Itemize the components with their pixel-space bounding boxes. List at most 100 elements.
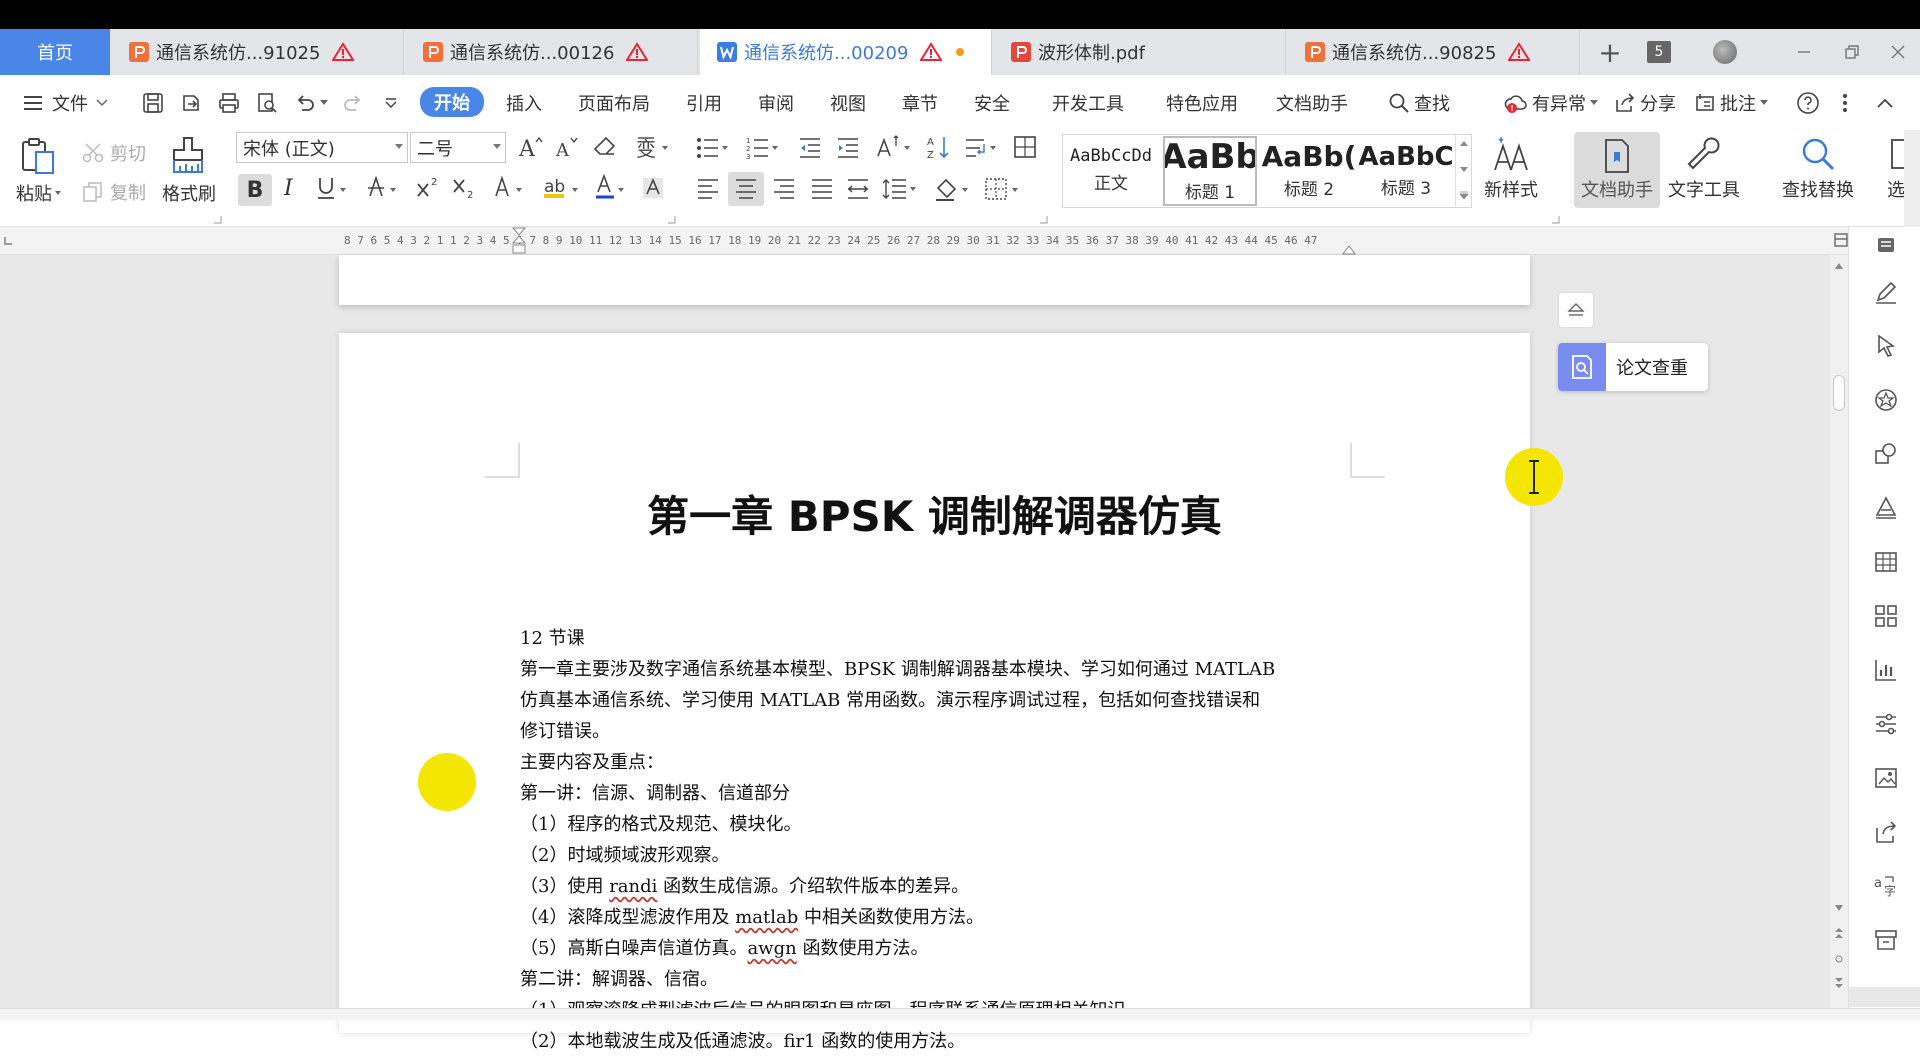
save-button[interactable] xyxy=(142,75,164,130)
file-menu[interactable]: 文件 xyxy=(22,75,108,130)
shrink-font-button[interactable]: A xyxy=(554,134,580,160)
menu-tab-start[interactable]: 开始 xyxy=(420,87,484,117)
char-shading-button[interactable] xyxy=(642,174,664,202)
document-canvas[interactable]: 第一章 BPSK 调制解调器仿真 12 节课 第一章主要涉及数字通信系统基本模型… xyxy=(0,255,1848,1052)
horizontal-ruler[interactable]: 8 7 6 5 4 3 2 1 1 2 3 4 5 6 7 8 9 10 11 … xyxy=(0,227,1920,255)
menu-tab-view[interactable]: 视图 xyxy=(830,75,866,130)
decrease-indent-button[interactable] xyxy=(798,136,822,160)
text-effect-button[interactable] xyxy=(492,174,526,202)
strikethrough-button[interactable] xyxy=(366,174,400,202)
style-gallery-scroll[interactable] xyxy=(1455,135,1471,207)
archive-icon[interactable] xyxy=(1873,927,1899,953)
dialog-launcher-icon[interactable] xyxy=(1040,216,1048,224)
table-border-button[interactable] xyxy=(1012,134,1038,160)
tab-doc-5[interactable]: 通信系统仿...90825 xyxy=(1288,29,1580,75)
italic-button[interactable]: I xyxy=(284,176,293,201)
menu-tab-page-layout[interactable]: 页面布局 xyxy=(578,75,650,130)
grow-font-button[interactable]: A xyxy=(518,134,544,160)
bold-button[interactable]: B xyxy=(238,174,272,206)
print-button[interactable] xyxy=(218,75,240,130)
menu-search[interactable]: 查找 xyxy=(1388,75,1450,130)
tab-doc-2[interactable]: 通信系统仿...00126 xyxy=(406,29,698,75)
style-heading-1[interactable]: AaBb 标题 1 xyxy=(1163,136,1257,206)
borders-button[interactable] xyxy=(984,176,1022,202)
plagiarism-check-button[interactable]: 论文查重 xyxy=(1558,343,1708,391)
chart-icon[interactable] xyxy=(1873,657,1899,683)
minimize-button[interactable] xyxy=(1790,29,1818,75)
font-name-select[interactable]: 宋体 (正文) xyxy=(236,132,408,163)
sidebar-toggle-icon[interactable] xyxy=(1877,237,1895,253)
pointer-icon[interactable] xyxy=(1873,333,1899,359)
clear-format-button[interactable] xyxy=(592,134,618,160)
share-out-icon[interactable] xyxy=(1873,819,1899,845)
line-spacing-button[interactable] xyxy=(882,178,918,200)
undo-button[interactable] xyxy=(294,75,328,130)
menu-tab-features[interactable]: 特色应用 xyxy=(1166,75,1238,130)
more-options-button[interactable] xyxy=(1842,75,1848,130)
style-heading-2[interactable]: AaBb( 标题 2 xyxy=(1261,135,1357,207)
text-direction-button[interactable] xyxy=(874,134,914,160)
sidebar-collapse-button[interactable] xyxy=(1849,987,1920,1007)
menu-tab-references[interactable]: 引用 xyxy=(686,75,722,130)
pen-icon[interactable] xyxy=(1873,279,1899,305)
tab-home[interactable]: 首页 xyxy=(0,29,110,75)
style-normal[interactable]: AaBbCcDd 正文 xyxy=(1063,135,1159,207)
format-painter-button[interactable] xyxy=(170,136,206,174)
align-center-button[interactable] xyxy=(728,172,764,206)
badge-icon[interactable] xyxy=(1873,387,1899,413)
export-button[interactable] xyxy=(180,75,202,130)
right-indent-marker-icon[interactable] xyxy=(1342,241,1356,255)
align-right-button[interactable] xyxy=(772,178,796,200)
show-marks-button[interactable] xyxy=(964,134,1000,160)
font-color-button[interactable] xyxy=(594,174,628,202)
style-heading-3[interactable]: AaBbC 标题 3 xyxy=(1359,135,1453,207)
align-left-button[interactable] xyxy=(696,178,720,200)
dialog-launcher-icon[interactable] xyxy=(668,216,676,224)
help-button[interactable] xyxy=(1796,75,1820,130)
settings-sliders-icon[interactable] xyxy=(1873,711,1899,737)
tab-doc-4[interactable]: 波形体制.pdf xyxy=(994,29,1286,75)
comment-button[interactable]: 批注 xyxy=(1694,75,1768,130)
window-count-button[interactable]: 5 xyxy=(1644,29,1674,75)
underline-button[interactable] xyxy=(316,174,350,202)
cut-button[interactable]: 剪切 xyxy=(82,140,146,166)
shapes-icon[interactable] xyxy=(1873,441,1899,467)
sync-status-button[interactable]: 有异常 xyxy=(1504,75,1598,130)
shading-button[interactable] xyxy=(934,176,972,202)
sort-button[interactable]: AZ xyxy=(926,134,952,160)
phonetic-guide-button[interactable]: 变 xyxy=(634,134,670,160)
spelling-flag[interactable]: awgn xyxy=(747,938,796,959)
paste-menu[interactable]: 粘贴 xyxy=(16,180,61,206)
menu-tab-chapter[interactable]: 章节 xyxy=(902,75,938,130)
superscript-button[interactable]: 2 xyxy=(416,174,440,202)
style-set-icon[interactable] xyxy=(1873,495,1899,521)
chevron-down-icon[interactable] xyxy=(1835,905,1843,911)
document-body[interactable]: 12 节课 第一章主要涉及数字通信系统基本模型、BPSK 调制解调器基本模块、学… xyxy=(520,623,1350,1057)
close-button[interactable] xyxy=(1884,29,1912,75)
font-size-select[interactable]: 二号 xyxy=(410,132,506,163)
dialog-launcher-icon[interactable] xyxy=(1552,216,1560,224)
indent-marker-icon[interactable] xyxy=(512,227,526,255)
text-tools-button[interactable]: 文字工具 xyxy=(1668,136,1740,202)
new-tab-button[interactable]: + xyxy=(1592,29,1628,75)
table-icon[interactable] xyxy=(1873,549,1899,575)
prev-page-icon[interactable] xyxy=(1834,927,1844,939)
image-icon[interactable] xyxy=(1873,765,1899,791)
new-style-button[interactable]: 新样式 xyxy=(1484,136,1538,202)
redo-button[interactable] xyxy=(342,75,364,130)
bullet-list-button[interactable] xyxy=(696,136,730,160)
chapter-title[interactable]: 第一章 BPSK 调制解调器仿真 xyxy=(339,483,1530,544)
vertical-scrollbar[interactable] xyxy=(1830,255,1848,1020)
restore-button[interactable] xyxy=(1838,29,1866,75)
paste-button[interactable] xyxy=(18,136,58,176)
avatar[interactable] xyxy=(1710,29,1740,75)
distribute-button[interactable] xyxy=(846,178,870,200)
subscript-button[interactable]: 2 xyxy=(452,174,476,202)
menu-tab-insert[interactable]: 插入 xyxy=(506,75,542,130)
doc-helper-button[interactable]: 文档助手 xyxy=(1574,132,1660,208)
dialog-launcher-icon[interactable] xyxy=(214,216,222,224)
highlight-button[interactable]: ab xyxy=(542,174,582,202)
numbered-list-button[interactable]: 123 xyxy=(746,136,780,160)
next-page-icon[interactable] xyxy=(1834,977,1844,989)
increase-indent-button[interactable] xyxy=(836,136,860,160)
